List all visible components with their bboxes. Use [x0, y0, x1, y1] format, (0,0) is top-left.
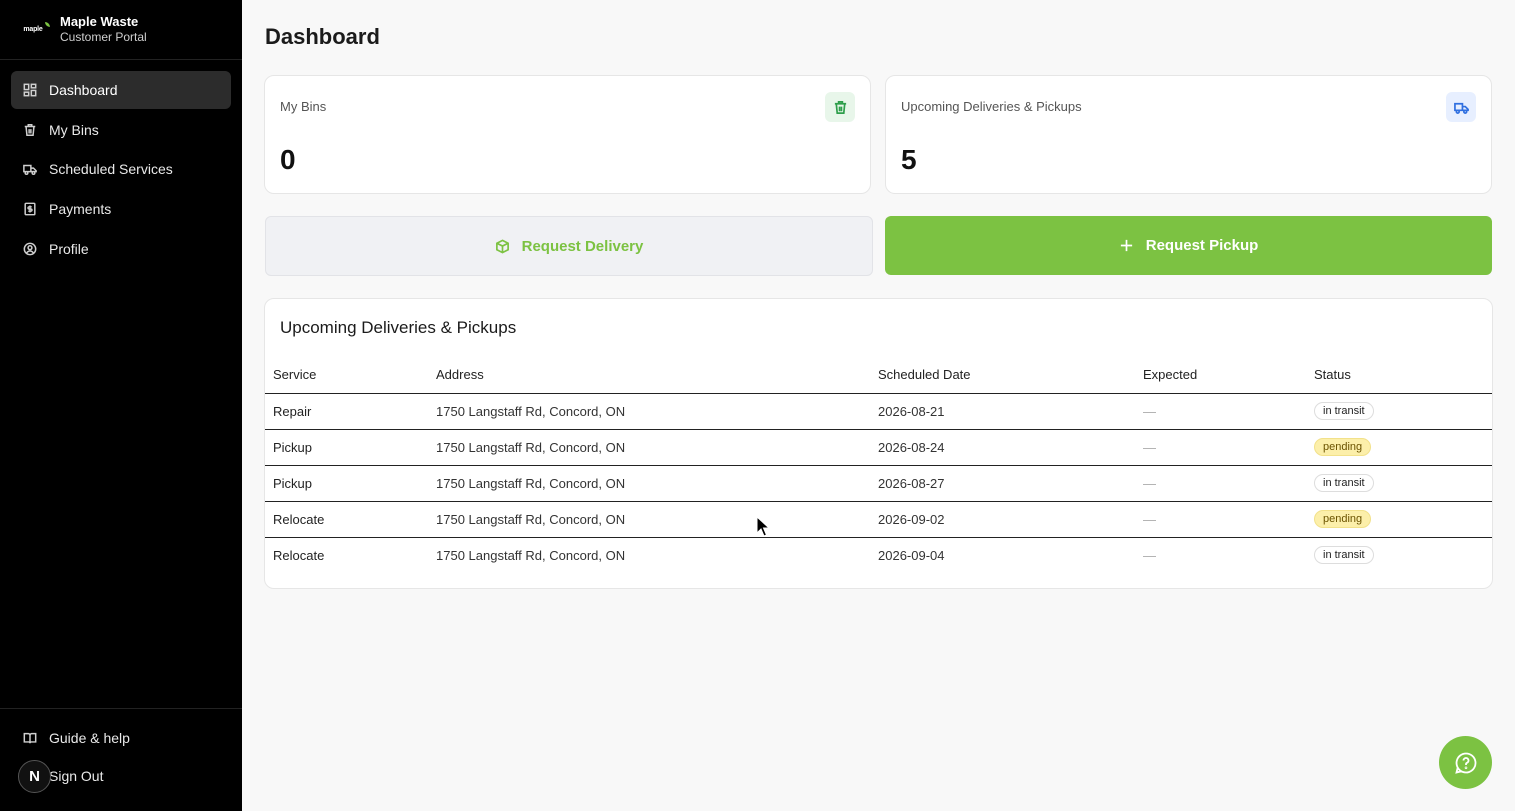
- service-cell: Repair: [265, 393, 428, 430]
- request-delivery-button[interactable]: Request Delivery: [265, 216, 873, 276]
- address-cell: 1750 Langstaff Rd, Concord, ON: [428, 501, 870, 538]
- upcoming-card: Upcoming Deliveries & Pickups 5: [885, 75, 1492, 194]
- upcoming-table-card: Upcoming Deliveries & Pickups Service Ad…: [264, 298, 1493, 589]
- trash-icon: [24, 123, 36, 136]
- sidebar-item-label: Payments: [49, 201, 112, 218]
- table-row[interactable]: Pickup 1750 Langstaff Rd, Concord, ON 20…: [265, 429, 1492, 466]
- expected-cell: —: [1135, 429, 1306, 466]
- brand[interactable]: maple Maple Waste Customer Portal: [0, 0, 242, 60]
- service-cell: Pickup: [265, 429, 428, 466]
- sidebar-item-label: Guide & help: [49, 730, 130, 746]
- brand-name: Maple Waste: [60, 14, 139, 29]
- column-header: Scheduled Date: [870, 357, 1135, 394]
- brand-subtitle: Customer Portal: [60, 30, 147, 44]
- card-label: Upcoming Deliveries & Pickups: [901, 99, 1082, 114]
- package-icon: [495, 238, 509, 254]
- sidebar-item-label: My Bins: [49, 121, 99, 138]
- column-header: Address: [428, 357, 870, 394]
- address-cell: 1750 Langstaff Rd, Concord, ON: [436, 547, 626, 563]
- sidebar-item-dashboard[interactable]: Dashboard: [11, 71, 231, 109]
- help-circle-icon: [1454, 752, 1476, 774]
- date-cell: 2026-09-02: [870, 501, 1135, 538]
- expected-cell: —: [1143, 547, 1156, 563]
- n-avatar: N: [18, 759, 51, 793]
- table-header-row: Service Address Scheduled Date Expected …: [265, 357, 1492, 394]
- status-badge: pending: [1314, 438, 1372, 456]
- main-content: Dashboard My Bins 0 Upcoming Deliveries …: [242, 0, 1515, 811]
- status-badge: pending: [1314, 510, 1372, 528]
- table-row[interactable]: Relocate 1750 Langstaff Rd, Concord, ON …: [265, 537, 1492, 573]
- trash-icon: [825, 92, 855, 122]
- status-badge: in transit: [1314, 402, 1374, 420]
- date-cell: 2026-09-04: [878, 547, 945, 563]
- page-title: Dashboard: [265, 24, 380, 49]
- column-header: Status: [1306, 357, 1492, 394]
- service-cell: Relocate: [273, 547, 325, 563]
- address-cell: 1750 Langstaff Rd, Concord, ON: [428, 393, 870, 430]
- sidebar-nav: Dashboard My Bins Scheduled Services Pay…: [0, 60, 242, 280]
- table-row[interactable]: Pickup 1750 Langstaff Rd, Concord, ON 20…: [265, 465, 1492, 502]
- service-cell: Pickup: [265, 465, 428, 502]
- service-cell: Relocate: [265, 501, 428, 538]
- address-cell: 1750 Langstaff Rd, Concord, ON: [428, 429, 870, 466]
- mouse-cursor-icon: [756, 516, 770, 537]
- sidebar-item-guide-help[interactable]: Guide & help: [11, 720, 231, 756]
- sidebar-item-payments[interactable]: Payments: [11, 190, 231, 228]
- expected-cell: —: [1135, 465, 1306, 502]
- truck-icon: [23, 165, 37, 176]
- book-icon: [23, 732, 37, 744]
- card-label: My Bins: [280, 99, 327, 114]
- request-pickup-label: Request Pickup: [1145, 237, 1259, 254]
- date-cell: 2026-08-24: [870, 429, 1135, 466]
- sidebar-item-profile[interactable]: Profile: [11, 230, 231, 268]
- sidebar-item-my-bins[interactable]: My Bins: [11, 111, 231, 149]
- user-circle-icon: [23, 242, 37, 256]
- table-row[interactable]: Repair 1750 Langstaff Rd, Concord, ON 20…: [265, 393, 1492, 430]
- request-delivery-label: Request Delivery: [521, 237, 644, 255]
- truck-icon: [1446, 92, 1476, 122]
- upcoming-table: Service Address Scheduled Date Expected …: [265, 357, 1492, 573]
- sidebar-item-label: Scheduled Services: [49, 161, 173, 178]
- sidebar-item-label: Profile: [49, 240, 89, 257]
- status-badge: in transit: [1314, 474, 1374, 492]
- help-chat-button[interactable]: [1439, 736, 1492, 789]
- my-bins-card: My Bins 0: [264, 75, 871, 194]
- column-header: Expected: [1135, 357, 1306, 394]
- request-pickup-button[interactable]: Request Pickup: [885, 216, 1492, 275]
- card-value: 0: [280, 144, 296, 175]
- sidebar-item-scheduled-services[interactable]: Scheduled Services: [11, 150, 231, 188]
- plus-icon: [1120, 239, 1132, 252]
- sidebar: maple Maple Waste Customer Portal Dashbo…: [0, 0, 242, 811]
- maple-logo: maple: [18, 20, 50, 40]
- sidebar-item-label: Dashboard: [49, 82, 118, 98]
- expected-cell: —: [1135, 501, 1306, 538]
- table-row[interactable]: Relocate 1750 Langstaff Rd, Concord, ON …: [265, 501, 1492, 538]
- sidebar-item-label: Sign Out: [49, 767, 104, 784]
- date-cell: 2026-08-27: [870, 465, 1135, 502]
- sidebar-footer: Guide & help N Sign Out: [0, 708, 242, 795]
- receipt-icon: [24, 202, 36, 216]
- table-title: Upcoming Deliveries & Pickups: [280, 318, 517, 337]
- dashboard-icon: [23, 83, 37, 97]
- expected-cell: —: [1135, 393, 1306, 430]
- column-header: Service: [265, 357, 428, 394]
- status-badge: in transit: [1314, 546, 1374, 565]
- card-value: 5: [901, 144, 917, 175]
- sidebar-item-sign-out[interactable]: N Sign Out: [11, 758, 231, 794]
- date-cell: 2026-08-21: [870, 393, 1135, 430]
- address-cell: 1750 Langstaff Rd, Concord, ON: [428, 465, 870, 502]
